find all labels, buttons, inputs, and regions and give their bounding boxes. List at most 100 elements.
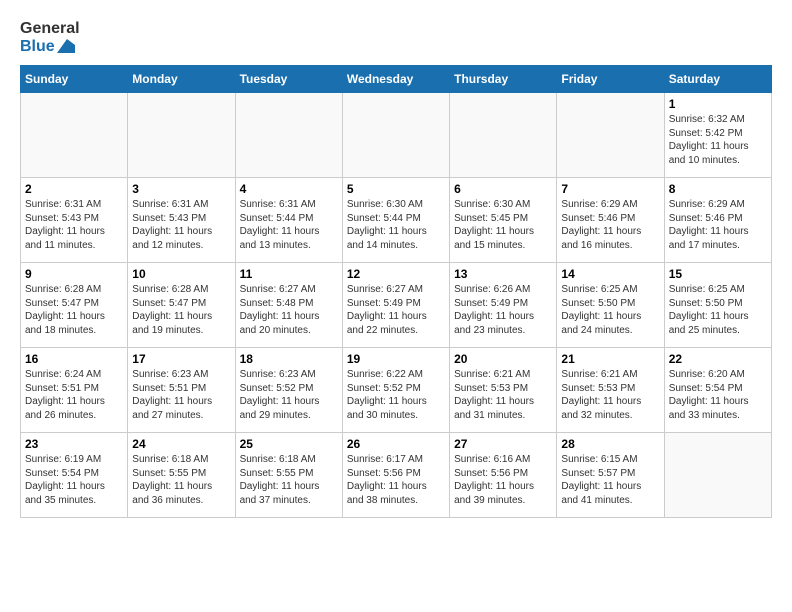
day-number: 4 xyxy=(240,182,338,196)
day-header-saturday: Saturday xyxy=(664,66,771,93)
day-number: 14 xyxy=(561,267,659,281)
day-info: Sunrise: 6:29 AM Sunset: 5:46 PM Dayligh… xyxy=(561,198,659,252)
day-number: 16 xyxy=(25,352,123,366)
calendar-cell: 22 Sunrise: 6:20 AM Sunset: 5:54 PM Dayli… xyxy=(664,348,771,433)
calendar-cell xyxy=(450,93,557,178)
day-info: Sunrise: 6:32 AM Sunset: 5:42 PM Dayligh… xyxy=(669,113,767,167)
day-info: Sunrise: 6:18 AM Sunset: 5:55 PM Dayligh… xyxy=(240,453,338,507)
day-number: 3 xyxy=(132,182,230,196)
day-info: Sunrise: 6:20 AM Sunset: 5:54 PM Dayligh… xyxy=(669,368,767,422)
calendar-cell xyxy=(342,93,449,178)
logo-arrow-icon xyxy=(57,39,75,53)
calendar-week-4: 16 Sunrise: 6:24 AM Sunset: 5:51 PM Dayli… xyxy=(21,348,772,433)
calendar-cell: 3 Sunrise: 6:31 AM Sunset: 5:43 PM Daylig… xyxy=(128,178,235,263)
calendar-cell: 5 Sunrise: 6:30 AM Sunset: 5:44 PM Daylig… xyxy=(342,178,449,263)
day-info: Sunrise: 6:30 AM Sunset: 5:44 PM Dayligh… xyxy=(347,198,445,252)
day-info: Sunrise: 6:27 AM Sunset: 5:49 PM Dayligh… xyxy=(347,283,445,337)
day-info: Sunrise: 6:16 AM Sunset: 5:56 PM Dayligh… xyxy=(454,453,552,507)
calendar-cell: 27 Sunrise: 6:16 AM Sunset: 5:56 PM Dayli… xyxy=(450,433,557,518)
day-number: 23 xyxy=(25,437,123,451)
day-number: 19 xyxy=(347,352,445,366)
day-header-tuesday: Tuesday xyxy=(235,66,342,93)
calendar-cell: 23 Sunrise: 6:19 AM Sunset: 5:54 PM Dayli… xyxy=(21,433,128,518)
calendar-cell xyxy=(128,93,235,178)
day-info: Sunrise: 6:25 AM Sunset: 5:50 PM Dayligh… xyxy=(669,283,767,337)
day-number: 1 xyxy=(669,97,767,111)
logo-general: General xyxy=(20,20,80,38)
calendar-cell: 4 Sunrise: 6:31 AM Sunset: 5:44 PM Daylig… xyxy=(235,178,342,263)
day-number: 20 xyxy=(454,352,552,366)
calendar-cell: 15Sunrise: 6:25 AM Sunset: 5:50 PM Dayli… xyxy=(664,263,771,348)
day-number: 21 xyxy=(561,352,659,366)
logo-blue: Blue xyxy=(20,38,80,56)
calendar-cell: 1 Sunrise: 6:32 AM Sunset: 5:42 PM Daylig… xyxy=(664,93,771,178)
calendar-cell: 18 Sunrise: 6:23 AM Sunset: 5:52 PM Dayli… xyxy=(235,348,342,433)
day-header-wednesday: Wednesday xyxy=(342,66,449,93)
calendar-cell xyxy=(235,93,342,178)
calendar-cell: 11 Sunrise: 6:27 AM Sunset: 5:48 PM Dayli… xyxy=(235,263,342,348)
day-info: Sunrise: 6:23 AM Sunset: 5:52 PM Dayligh… xyxy=(240,368,338,422)
day-number: 22 xyxy=(669,352,767,366)
day-number: 10 xyxy=(132,267,230,281)
calendar-cell: 6Sunrise: 6:30 AM Sunset: 5:45 PM Daylig… xyxy=(450,178,557,263)
calendar-cell: 14 Sunrise: 6:25 AM Sunset: 5:50 PM Dayli… xyxy=(557,263,664,348)
calendar-cell: 25Sunrise: 6:18 AM Sunset: 5:55 PM Dayli… xyxy=(235,433,342,518)
calendar-cell: 24 Sunrise: 6:18 AM Sunset: 5:55 PM Dayli… xyxy=(128,433,235,518)
day-number: 5 xyxy=(347,182,445,196)
day-number: 27 xyxy=(454,437,552,451)
day-info: Sunrise: 6:28 AM Sunset: 5:47 PM Dayligh… xyxy=(132,283,230,337)
logo: General Blue xyxy=(20,20,80,55)
day-info: Sunrise: 6:24 AM Sunset: 5:51 PM Dayligh… xyxy=(25,368,123,422)
calendar-cell: 19 Sunrise: 6:22 AM Sunset: 5:52 PM Dayli… xyxy=(342,348,449,433)
calendar-cell: 17Sunrise: 6:23 AM Sunset: 5:51 PM Dayli… xyxy=(128,348,235,433)
day-number: 9 xyxy=(25,267,123,281)
day-info: Sunrise: 6:18 AM Sunset: 5:55 PM Dayligh… xyxy=(132,453,230,507)
day-number: 18 xyxy=(240,352,338,366)
day-info: Sunrise: 6:21 AM Sunset: 5:53 PM Dayligh… xyxy=(561,368,659,422)
day-info: Sunrise: 6:25 AM Sunset: 5:50 PM Dayligh… xyxy=(561,283,659,337)
day-info: Sunrise: 6:28 AM Sunset: 5:47 PM Dayligh… xyxy=(25,283,123,337)
day-number: 24 xyxy=(132,437,230,451)
day-info: Sunrise: 6:17 AM Sunset: 5:56 PM Dayligh… xyxy=(347,453,445,507)
calendar-cell: 8 Sunrise: 6:29 AM Sunset: 5:46 PM Daylig… xyxy=(664,178,771,263)
calendar-week-2: 2 Sunrise: 6:31 AM Sunset: 5:43 PM Daylig… xyxy=(21,178,772,263)
calendar-cell: 21 Sunrise: 6:21 AM Sunset: 5:53 PM Dayli… xyxy=(557,348,664,433)
day-header-sunday: Sunday xyxy=(21,66,128,93)
calendar-cell: 7 Sunrise: 6:29 AM Sunset: 5:46 PM Daylig… xyxy=(557,178,664,263)
day-header-monday: Monday xyxy=(128,66,235,93)
header: General Blue xyxy=(20,20,772,55)
day-number: 2 xyxy=(25,182,123,196)
day-number: 6 xyxy=(454,182,552,196)
day-number: 8 xyxy=(669,182,767,196)
calendar-cell: 12 Sunrise: 6:27 AM Sunset: 5:49 PM Dayli… xyxy=(342,263,449,348)
day-info: Sunrise: 6:29 AM Sunset: 5:46 PM Dayligh… xyxy=(669,198,767,252)
day-info: Sunrise: 6:22 AM Sunset: 5:52 PM Dayligh… xyxy=(347,368,445,422)
calendar-cell: 9 Sunrise: 6:28 AM Sunset: 5:47 PM Daylig… xyxy=(21,263,128,348)
calendar-cell xyxy=(21,93,128,178)
day-number: 7 xyxy=(561,182,659,196)
calendar-week-1: 1 Sunrise: 6:32 AM Sunset: 5:42 PM Daylig… xyxy=(21,93,772,178)
day-header-thursday: Thursday xyxy=(450,66,557,93)
day-number: 28 xyxy=(561,437,659,451)
day-info: Sunrise: 6:27 AM Sunset: 5:48 PM Dayligh… xyxy=(240,283,338,337)
calendar-table: SundayMondayTuesdayWednesdayThursdayFrid… xyxy=(20,65,772,518)
calendar-cell: 10 Sunrise: 6:28 AM Sunset: 5:47 PM Dayli… xyxy=(128,263,235,348)
day-info: Sunrise: 6:15 AM Sunset: 5:57 PM Dayligh… xyxy=(561,453,659,507)
calendar-week-3: 9 Sunrise: 6:28 AM Sunset: 5:47 PM Daylig… xyxy=(21,263,772,348)
day-number: 13 xyxy=(454,267,552,281)
calendar-week-5: 23 Sunrise: 6:19 AM Sunset: 5:54 PM Dayli… xyxy=(21,433,772,518)
calendar-cell: 2Sunrise: 6:31 AM Sunset: 5:43 PM Daylig… xyxy=(21,178,128,263)
day-info: Sunrise: 6:31 AM Sunset: 5:43 PM Dayligh… xyxy=(132,198,230,252)
calendar-header-row: SundayMondayTuesdayWednesdayThursdayFrid… xyxy=(21,66,772,93)
day-number: 26 xyxy=(347,437,445,451)
day-header-friday: Friday xyxy=(557,66,664,93)
day-number: 11 xyxy=(240,267,338,281)
day-info: Sunrise: 6:31 AM Sunset: 5:44 PM Dayligh… xyxy=(240,198,338,252)
day-info: Sunrise: 6:26 AM Sunset: 5:49 PM Dayligh… xyxy=(454,283,552,337)
calendar-cell xyxy=(557,93,664,178)
calendar-cell xyxy=(664,433,771,518)
calendar-cell: 20Sunrise: 6:21 AM Sunset: 5:53 PM Dayli… xyxy=(450,348,557,433)
day-number: 12 xyxy=(347,267,445,281)
calendar-cell: 26 Sunrise: 6:17 AM Sunset: 5:56 PM Dayli… xyxy=(342,433,449,518)
day-info: Sunrise: 6:19 AM Sunset: 5:54 PM Dayligh… xyxy=(25,453,123,507)
